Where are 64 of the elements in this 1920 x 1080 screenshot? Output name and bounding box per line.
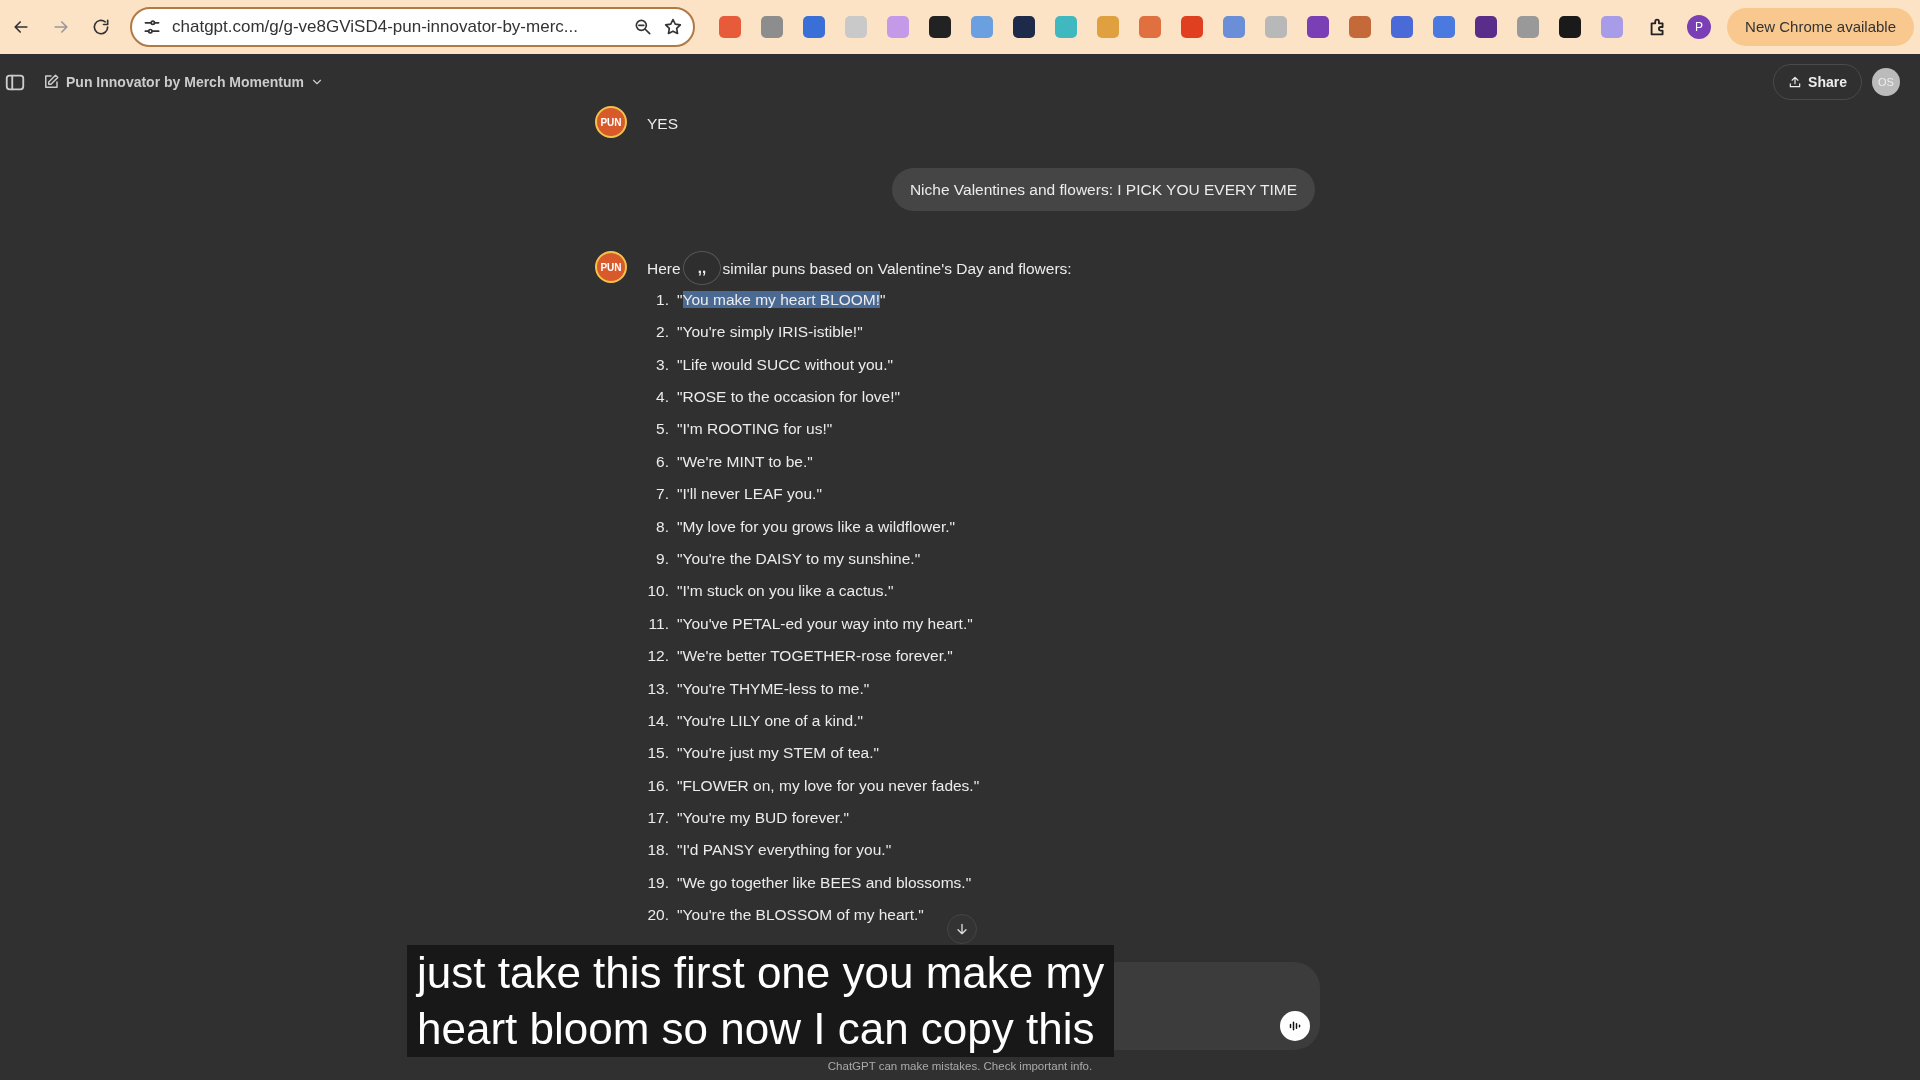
- pun-text: "You're THYME-less to me.": [677, 678, 870, 699]
- message-text: Here: [647, 259, 681, 280]
- list-number: 1.: [655, 289, 670, 310]
- profile-avatar[interactable]: P: [1687, 15, 1712, 39]
- list-number: 14.: [646, 710, 670, 731]
- quote-button[interactable]: ,,: [683, 251, 721, 286]
- list-number: 4.: [655, 387, 670, 407]
- list-number: 15.: [646, 743, 670, 764]
- list-number: 3.: [655, 354, 670, 375]
- pun-text: "I'd PANSY everything for you.": [677, 840, 892, 861]
- down-arrow-icon[interactable]: [954, 921, 970, 937]
- message-text: YES: [647, 114, 679, 134]
- gpt-title[interactable]: Pun Innovator by Merch Momentum: [36, 70, 330, 94]
- disclaimer-text: ChatGPT can make mistakes. Check important info.: [826, 1059, 1094, 1074]
- pun-text: "I'm ROOTING for us!": [677, 419, 833, 440]
- pun-text: "Life would SUCC without you.": [677, 354, 894, 375]
- reload-icon[interactable]: [91, 17, 111, 37]
- pun-text: "We're MINT to be.": [677, 451, 813, 472]
- list-number: 20.: [646, 905, 670, 926]
- pun-text: "We're better TOGETHER-rose forever.": [677, 646, 953, 667]
- update-button[interactable]: New Chrome available: [1727, 8, 1914, 46]
- pun-text: "You're LILY one of a kind.": [677, 710, 864, 731]
- pun-text: "You're just my STEM of tea.": [677, 743, 880, 764]
- edit-icon: [42, 73, 60, 91]
- list-number: 8.: [655, 516, 670, 537]
- list-number: 11.: [647, 613, 670, 634]
- extension-icon[interactable]: [1475, 16, 1497, 38]
- bot-avatar: PUN: [595, 106, 627, 138]
- list-number: 2.: [655, 322, 670, 343]
- user-message: Niche Valentines and flowers: I PICK YOU EVERY TIME: [891, 168, 1315, 212]
- pun-text: "You're my BUD forever.": [677, 808, 849, 829]
- list-number: 7.: [655, 484, 670, 505]
- upload-icon: [1788, 75, 1803, 89]
- extension-icon[interactable]: [929, 16, 951, 38]
- pun-text: "You're simply IRIS-istible!": [677, 322, 863, 343]
- pun-text: "You're the BLOSSOM of my heart.": [677, 905, 924, 926]
- zoom-icon: [633, 17, 653, 37]
- pun-text: "I'll never LEAF you.": [677, 484, 822, 505]
- pun-text: "ROSE to the occasion for love!": [677, 387, 900, 407]
- pun-text: "You're the DAISY to my sunshine.": [677, 548, 921, 569]
- list-number: 19.: [646, 872, 670, 893]
- extension-icon[interactable]: [1013, 16, 1035, 38]
- pun-text: "I'm stuck on you like a cactus.": [677, 581, 894, 602]
- list-number: 12.: [646, 646, 670, 667]
- list-number: 18.: [646, 840, 670, 861]
- url-text: chatgpt.com/g/g-ve8GViSD4-pun-innovator-by-merc...: [172, 16, 579, 39]
- message-text: similar puns based on Valentine's Day and flowers:: [722, 259, 1072, 280]
- caption-overlay: just take this first one you make my heart bloom so now I can copy this: [407, 945, 1115, 1057]
- pun-text: "You've PETAL-ed your way into my heart.": [677, 613, 973, 634]
- bot-avatar: PUN: [595, 251, 627, 284]
- list-number: 9.: [655, 548, 670, 569]
- tune-icon: [142, 17, 162, 37]
- pun-text: "FLOWER on, my love for you never fades.": [677, 775, 980, 796]
- list-number: 6.: [655, 451, 670, 472]
- pun-text: "My love for you grows like a wildflower.": [677, 516, 956, 537]
- list-number: 17.: [646, 808, 670, 829]
- list-number: 13.: [646, 678, 670, 699]
- pun-text: "We go together like BEES and blossoms.": [677, 872, 972, 893]
- star-icon[interactable]: [663, 17, 683, 37]
- list-number: 10.: [646, 581, 670, 602]
- address-bar[interactable]: chatgpt.com/g/g-ve8GViSD4-pun-innovator-by-merc...: [130, 7, 695, 47]
- extension-icon[interactable]: [1559, 16, 1581, 38]
- list-number: 5.: [655, 419, 670, 440]
- list-number: 16.: [646, 775, 670, 796]
